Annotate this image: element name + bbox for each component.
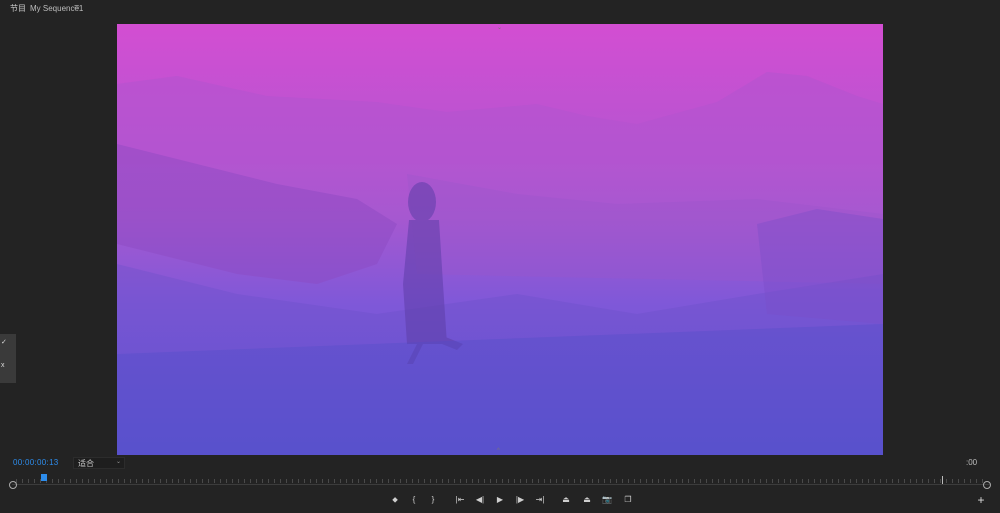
top-center-marker: ⌄	[497, 25, 503, 31]
step-back-button[interactable]: ◀|	[473, 493, 487, 507]
export-frame-button[interactable]: 📷	[600, 493, 614, 507]
zoom-handle-right[interactable]	[983, 481, 991, 489]
mark-in-button[interactable]: {	[407, 493, 421, 507]
go-to-out-icon: ⇥|	[535, 495, 545, 504]
ruler-ticks	[16, 479, 986, 483]
playhead[interactable]	[41, 474, 47, 481]
ruler-track	[12, 484, 990, 485]
step-forward-icon: |▶	[515, 495, 525, 504]
step-back-icon: ◀|	[475, 495, 485, 504]
play-button[interactable]: ▶	[493, 493, 507, 507]
panel-header: 节目 My Sequence1 ≡	[0, 0, 1000, 16]
extract-button[interactable]: ⏏	[580, 493, 594, 507]
comparison-icon: ❐	[624, 495, 632, 504]
extract-icon: ⏏	[583, 495, 591, 504]
video-frame	[117, 72, 883, 455]
button-editor-add-button[interactable]: +	[975, 494, 987, 506]
panel-tab[interactable]: 节目 My Sequence1	[10, 3, 83, 14]
mark-out-button[interactable]: }	[426, 493, 440, 507]
marker-icon: ⬥	[392, 495, 398, 504]
out-point-marker[interactable]	[942, 476, 943, 484]
zoom-level-select[interactable]: 适合 ⌄	[73, 457, 125, 469]
check-icon: ✓	[1, 339, 7, 346]
panel-title: 节目	[10, 4, 26, 13]
go-to-in-icon: |⇤	[455, 495, 465, 504]
lift-icon: ⏏	[562, 495, 570, 504]
mark-out-icon: }	[431, 495, 435, 504]
program-monitor-video: ⌄ ^	[117, 24, 883, 455]
playhead-timecode[interactable]: 00:00:00:13	[13, 458, 59, 467]
panel-menu-icon[interactable]: ≡	[74, 2, 79, 12]
zoom-handle-left[interactable]	[9, 481, 17, 489]
lift-button[interactable]: ⏏	[559, 493, 573, 507]
add-marker-button[interactable]: ⬥	[388, 493, 402, 507]
bottom-center-marker: ^	[497, 448, 500, 454]
side-panel-tab[interactable]: ✓ x	[0, 334, 16, 383]
zoom-level-value: 适合	[78, 459, 94, 468]
step-forward-button[interactable]: |▶	[513, 493, 527, 507]
chevron-down-icon: ⌄	[115, 459, 121, 465]
camera-icon: 📷	[602, 495, 612, 504]
mark-in-icon: {	[412, 495, 416, 504]
go-to-out-button[interactable]: ⇥|	[533, 493, 547, 507]
duration-timecode: :00	[966, 458, 978, 467]
close-icon: x	[1, 362, 5, 369]
comparison-view-button[interactable]: ❐	[621, 493, 635, 507]
play-icon: ▶	[496, 495, 504, 504]
go-to-in-button[interactable]: |⇤	[453, 493, 467, 507]
timeline-ruler[interactable]	[9, 473, 991, 491]
